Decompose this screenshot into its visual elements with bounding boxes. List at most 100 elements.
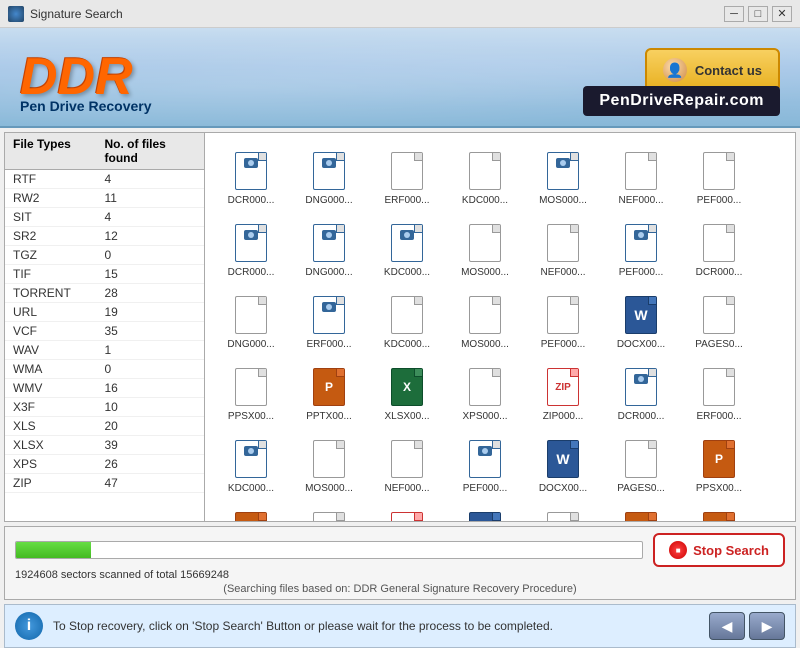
file-type-row[interactable]: TGZ0 [5, 246, 204, 265]
file-type-row[interactable]: WAV1 [5, 341, 204, 360]
right-panel[interactable]: DCR000... DNG000... ERF000... KDC000... … [205, 133, 795, 521]
file-icon [233, 439, 269, 479]
file-icon [311, 439, 347, 479]
file-item[interactable]: P PPSX0... [603, 501, 679, 521]
file-item[interactable]: MOS000... [291, 429, 367, 499]
file-item[interactable]: PAGES0... [525, 501, 601, 521]
file-item[interactable]: P PPTX0... [681, 501, 757, 521]
file-icon [701, 151, 737, 191]
file-item[interactable]: ZIP ZIP000... [369, 501, 445, 521]
file-item[interactable]: PEF000... [447, 429, 523, 499]
file-icon [701, 223, 737, 263]
file-type-name: RW2 [13, 191, 105, 205]
file-icon: W [623, 295, 659, 335]
file-item[interactable]: P PPTX00... [291, 357, 367, 427]
file-type-row[interactable]: WMV16 [5, 379, 204, 398]
file-item[interactable]: DNG000... [291, 213, 367, 283]
window-controls[interactable]: ─ □ ✕ [724, 6, 792, 22]
file-type-list[interactable]: RTF4RW211SIT4SR212TGZ0TIF15TORRENT28URL1… [5, 170, 204, 521]
close-button[interactable]: ✕ [772, 6, 792, 22]
file-item[interactable]: KDC000... [447, 141, 523, 211]
file-name: ERF000... [384, 195, 429, 206]
nav-forward-button[interactable]: ▶ [749, 612, 785, 640]
file-item[interactable]: DCR000... [681, 213, 757, 283]
file-type-row[interactable]: XPS26 [5, 455, 204, 474]
file-item[interactable]: DCR000... [603, 357, 679, 427]
file-item[interactable]: DCR000... [213, 213, 289, 283]
file-name: PPSX00... [696, 483, 742, 494]
file-item[interactable]: X XLSX00... [369, 357, 445, 427]
file-type-row[interactable]: ZIP47 [5, 474, 204, 493]
file-item[interactable]: ERF000... [369, 141, 445, 211]
file-type-row[interactable]: TIF15 [5, 265, 204, 284]
file-type-row[interactable]: TORRENT28 [5, 284, 204, 303]
file-type-row[interactable]: WMA0 [5, 360, 204, 379]
file-item[interactable]: PAGES0... [603, 429, 679, 499]
file-item[interactable]: W DOCX00... [525, 429, 601, 499]
file-icon [311, 151, 347, 191]
file-item[interactable]: KDC000... [369, 285, 445, 355]
file-name: KDC000... [384, 339, 430, 350]
stop-search-button[interactable]: Stop Search [653, 533, 785, 567]
file-type-name: TORRENT [13, 286, 105, 300]
file-type-row[interactable]: VCF35 [5, 322, 204, 341]
file-name: XPS000... [462, 411, 507, 422]
file-type-name: VCF [13, 324, 105, 338]
file-icon [545, 511, 581, 521]
minimize-button[interactable]: ─ [724, 6, 744, 22]
file-icon: W [545, 439, 581, 479]
file-item[interactable]: P PPSX00... [681, 429, 757, 499]
file-type-row[interactable]: SIT4 [5, 208, 204, 227]
file-type-row[interactable]: URL19 [5, 303, 204, 322]
maximize-button[interactable]: □ [748, 6, 768, 22]
file-icon: ZIP [545, 367, 581, 407]
file-item[interactable]: XPS000... [447, 357, 523, 427]
file-item[interactable]: ERF000... [681, 357, 757, 427]
file-item[interactable]: ZIP ZIP000... [525, 357, 601, 427]
ddr-logo: DDR [20, 51, 133, 103]
nav-buttons[interactable]: ◀ ▶ [709, 612, 785, 640]
file-item[interactable]: NEF000... [603, 141, 679, 211]
file-type-row[interactable]: RTF4 [5, 170, 204, 189]
file-item[interactable]: DNG000... [291, 141, 367, 211]
file-item[interactable]: PEF000... [681, 141, 757, 211]
file-item[interactable]: MOS000... [447, 213, 523, 283]
file-icon: P [623, 511, 659, 521]
file-item[interactable]: DNG000... [213, 285, 289, 355]
file-item[interactable]: XPS000... [291, 501, 367, 521]
file-item[interactable]: NEF000... [525, 213, 601, 283]
file-item[interactable]: MOS000... [525, 141, 601, 211]
file-type-name: X3F [13, 400, 105, 414]
file-type-row[interactable]: XLSX39 [5, 436, 204, 455]
file-name: XLSX00... [384, 411, 429, 422]
file-item[interactable]: P PPTX00... [213, 501, 289, 521]
file-name: KDC000... [462, 195, 508, 206]
file-item[interactable]: KDC000... [369, 213, 445, 283]
file-item[interactable]: PPSX00... [213, 357, 289, 427]
file-item[interactable]: KDC000... [213, 429, 289, 499]
file-type-row[interactable]: X3F10 [5, 398, 204, 417]
file-item[interactable]: PAGES0... [681, 285, 757, 355]
file-name: PEF000... [463, 483, 507, 494]
file-type-row[interactable]: XLS20 [5, 417, 204, 436]
file-item[interactable]: MOS000... [447, 285, 523, 355]
file-type-count: 1 [105, 343, 197, 357]
file-item[interactable]: W DOCX00... [603, 285, 679, 355]
file-icon [311, 223, 347, 263]
file-type-name: WMV [13, 381, 105, 395]
file-item[interactable]: DCR000... [213, 141, 289, 211]
file-item[interactable]: PEF000... [603, 213, 679, 283]
file-item[interactable]: NEF000... [369, 429, 445, 499]
file-type-row[interactable]: RW211 [5, 189, 204, 208]
title-bar-left: Signature Search [8, 6, 123, 22]
file-item[interactable]: ERF000... [291, 285, 367, 355]
file-type-count: 10 [105, 400, 197, 414]
file-icon: W [467, 511, 503, 521]
file-icon: P [701, 511, 737, 521]
file-item[interactable]: W DOCX00... [447, 501, 523, 521]
file-type-row[interactable]: SR212 [5, 227, 204, 246]
file-item[interactable]: PEF000... [525, 285, 601, 355]
nav-back-button[interactable]: ◀ [709, 612, 745, 640]
file-name: ERF000... [696, 411, 741, 422]
file-icon: ZIP [389, 511, 425, 521]
